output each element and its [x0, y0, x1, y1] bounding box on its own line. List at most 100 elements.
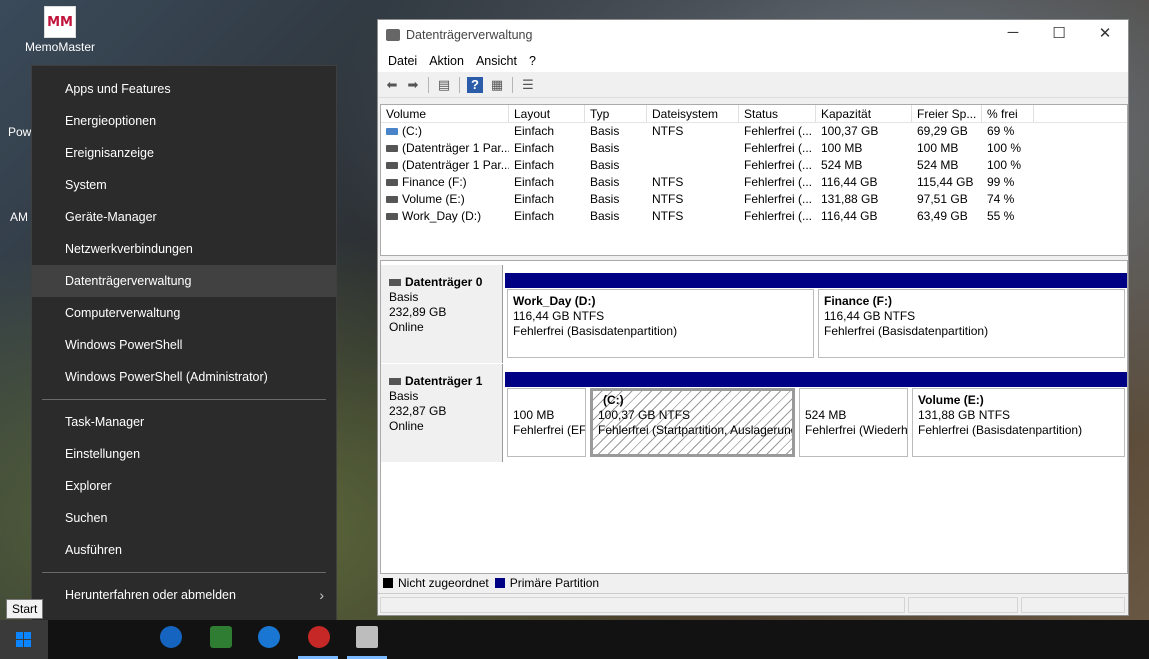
- start-button[interactable]: [0, 620, 48, 659]
- menu-item-event-viewer[interactable]: Ereignisanzeige: [32, 137, 336, 169]
- properties-icon[interactable]: ▦: [489, 77, 505, 93]
- column-header[interactable]: Typ: [585, 105, 647, 122]
- volume-name-cell: Volume (E:): [381, 191, 509, 208]
- status-cell: [908, 597, 1018, 613]
- volume-row[interactable]: (Datenträger 1 Par... Einfach Basis Fehlerf…: [381, 140, 1127, 157]
- taskbar-app-icon[interactable]: [308, 626, 330, 648]
- disk-name: Datenträger 1: [405, 374, 483, 388]
- status-cell: [380, 597, 905, 613]
- table-cell: Basis: [590, 209, 620, 223]
- disk-1-label[interactable]: Datenträger 1 Basis 232,87 GB Online: [381, 364, 503, 462]
- menu-separator: [42, 572, 326, 573]
- volume-name: Work_Day (D:): [402, 209, 482, 223]
- partition-body: 524 MB Fehlerfrei (Wiederh: [799, 388, 908, 457]
- back-arrow-icon[interactable]: ⬅: [384, 77, 400, 93]
- maximize-button[interactable]: ☐: [1036, 24, 1082, 46]
- menu-view[interactable]: Ansicht: [470, 50, 523, 72]
- table-cell: 100 %: [987, 158, 1022, 172]
- table-cell: 69 %: [987, 124, 1015, 138]
- toolbar-separator: [459, 77, 460, 93]
- partition-volume-e[interactable]: Volume (E:) 131,88 GB NTFS Fehlerfrei (B…: [910, 372, 1127, 457]
- taskbar-app-icon[interactable]: [210, 626, 232, 648]
- volume-row[interactable]: Finance (F:) Einfach Basis NTFS Fehlerfrei (…: [381, 174, 1127, 191]
- partition-recovery[interactable]: 524 MB Fehlerfrei (Wiederh: [797, 372, 910, 457]
- table-cell: 74 %: [987, 192, 1015, 206]
- table-cell: NTFS: [652, 175, 684, 189]
- menu-item-explorer[interactable]: Explorer: [32, 470, 336, 502]
- menu-item-network-connections[interactable]: Netzwerkverbindungen: [32, 233, 336, 265]
- table-cell: NTFS: [652, 209, 684, 223]
- menu-item-run[interactable]: Ausführen: [32, 534, 336, 566]
- partition-finance[interactable]: Finance (F:) 116,44 GB NTFS Fehlerfrei (…: [816, 273, 1127, 358]
- legend-swatch-primary: [494, 578, 505, 588]
- table-cell: 100 %: [987, 141, 1022, 155]
- disk-0-label[interactable]: Datenträger 0 Basis 232,89 GB Online: [381, 265, 503, 363]
- taskbar-app-icon[interactable]: [258, 626, 280, 648]
- status-bar: [378, 593, 1128, 615]
- volume-row[interactable]: Volume (E:) Einfach Basis NTFS Fehlerfrei (.…: [381, 191, 1127, 208]
- desktop-icon-label: MemoMaster: [24, 40, 95, 54]
- menu-file[interactable]: Datei: [382, 50, 423, 72]
- menu-item-device-manager[interactable]: Geräte-Manager: [32, 201, 336, 233]
- partition-bar: [797, 372, 910, 387]
- disk-0-row[interactable]: Datenträger 0 Basis 232,89 GB Online Wor…: [381, 265, 1129, 363]
- menu-item-apps-features[interactable]: Apps und Features: [32, 73, 336, 105]
- column-header[interactable]: Layout: [509, 105, 585, 122]
- table-cell: Einfach: [514, 158, 555, 172]
- menu-item-computer-management[interactable]: Computerverwaltung: [32, 297, 336, 329]
- menu-item-powershell-admin[interactable]: Windows PowerShell (Administrator): [32, 361, 336, 393]
- close-button[interactable]: ✕: [1082, 24, 1128, 46]
- table-cell: Basis: [590, 158, 620, 172]
- volume-row[interactable]: (Datenträger 1 Par... Einfach Basis Fehlerf…: [381, 157, 1127, 174]
- table-cell: 100 MB: [917, 141, 959, 155]
- menu-item-system[interactable]: System: [32, 169, 336, 201]
- winx-context-menu: Apps und Features Energieoptionen Ereign…: [31, 65, 337, 645]
- column-header[interactable]: % frei: [982, 105, 1034, 122]
- desktop-icon-memomaster[interactable]: MM MemoMaster: [22, 6, 98, 54]
- partition-status: Fehlerfrei (Startpartition, Auslagerung: [598, 423, 795, 437]
- column-header[interactable]: Freier Sp...: [912, 105, 982, 122]
- menu-item-powershell[interactable]: Windows PowerShell: [32, 329, 336, 361]
- column-header[interactable]: Kapazität: [816, 105, 912, 122]
- table-cell: Fehlerfrei (...: [744, 158, 813, 172]
- console-tree-icon[interactable]: ▤: [436, 77, 452, 93]
- title-bar[interactable]: Datenträgerverwaltung ─ ☐ ✕: [378, 20, 1128, 50]
- volume-row[interactable]: Work_Day (D:) Einfach Basis NTFS Fehlerfrei …: [381, 208, 1127, 225]
- minimize-button[interactable]: ─: [990, 24, 1036, 46]
- menu-item-shutdown[interactable]: Herunterfahren oder abmelden ›: [32, 579, 336, 611]
- taskbar-edge-icon[interactable]: [160, 626, 182, 648]
- menu-item-task-manager[interactable]: Task-Manager: [32, 406, 336, 438]
- partition-work-day[interactable]: Work_Day (D:) 116,44 GB NTFS Fehlerfrei …: [505, 273, 816, 358]
- list-view-icon[interactable]: ☰: [520, 77, 536, 93]
- partition-efi[interactable]: 100 MB Fehlerfrei (EF: [505, 372, 588, 457]
- taskbar-disk-management-icon[interactable]: [356, 626, 378, 648]
- volume-name: Volume (E:): [402, 192, 465, 206]
- partition-name: Finance (F:): [824, 294, 892, 308]
- column-header[interactable]: Status: [739, 105, 816, 122]
- table-cell: 99 %: [987, 175, 1015, 189]
- disk-state: Online: [389, 419, 424, 433]
- partition-bar: [505, 372, 588, 387]
- menu-item-power-options[interactable]: Energieoptionen: [32, 105, 336, 137]
- partition-bar: [505, 273, 816, 288]
- menu-item-search[interactable]: Suchen: [32, 502, 336, 534]
- column-header[interactable]: Dateisystem: [647, 105, 739, 122]
- legend-swatch-unallocated: [383, 578, 393, 588]
- partition-c[interactable]: (C:) 100,37 GB NTFS Fehlerfrei (Startpar…: [588, 372, 797, 457]
- menu-help[interactable]: ?: [523, 50, 542, 72]
- partition-name: Volume (E:): [918, 393, 984, 407]
- volume-icon: [386, 213, 398, 221]
- partition-body: 100 MB Fehlerfrei (EF: [507, 388, 586, 457]
- menu-item-settings[interactable]: Einstellungen: [32, 438, 336, 470]
- volume-name-cell: (Datenträger 1 Par...: [381, 140, 509, 157]
- column-header[interactable]: Volume: [381, 105, 509, 122]
- menu-item-disk-management[interactable]: Datenträgerverwaltung: [32, 265, 336, 297]
- help-icon[interactable]: ?: [467, 77, 483, 93]
- forward-arrow-icon[interactable]: ➡: [405, 77, 421, 93]
- taskbar: [0, 620, 1149, 659]
- partition-size: 100,37 GB NTFS: [598, 408, 691, 422]
- menu-action[interactable]: Aktion: [423, 50, 470, 72]
- memomaster-icon: MM: [44, 6, 76, 38]
- volume-row[interactable]: (C:) Einfach Basis NTFS Fehlerfrei (... 100,3…: [381, 123, 1127, 140]
- disk-1-row[interactable]: Datenträger 1 Basis 232,87 GB Online 100…: [381, 364, 1129, 462]
